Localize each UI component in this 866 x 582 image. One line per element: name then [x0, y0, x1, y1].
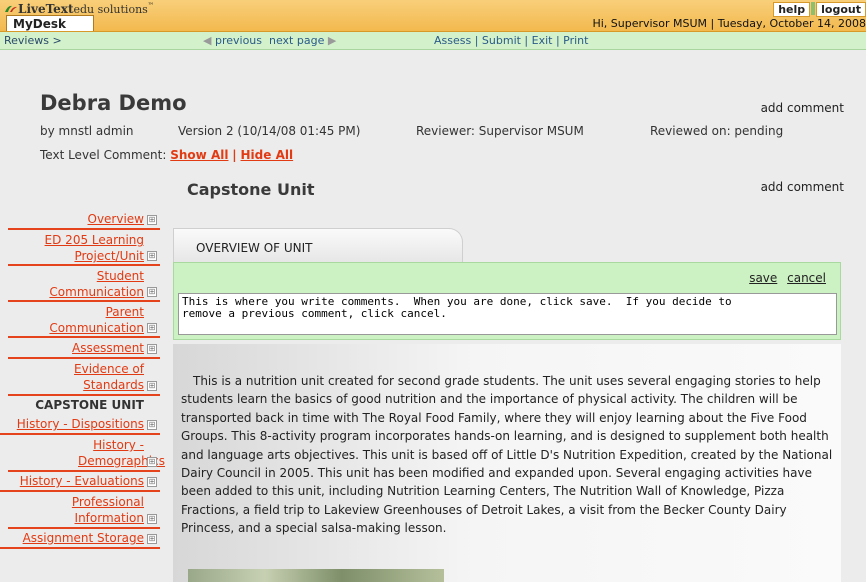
sidebar-item-capstone-unit[interactable]: CAPSTONE UNIT	[8, 396, 160, 415]
tab-label: OVERVIEW OF UNIT	[196, 241, 313, 255]
sidebar-item-label[interactable]: Assignment Storage	[23, 531, 144, 545]
sidebar-item-learning-project[interactable]: ED 205 Learning Project/Unit ⊞	[8, 230, 160, 266]
sidebar-item-label[interactable]: Evidence of Standards	[74, 362, 144, 392]
document-title: Debra Demo	[40, 91, 187, 115]
livetext-logo[interactable]: LiveTextedu solutions™	[4, 2, 154, 16]
sidebar-item-overview[interactable]: Overview ⊞	[8, 209, 160, 230]
previous-arrow-icon: ◀	[203, 34, 212, 47]
sidebar-item-professional-information[interactable]: Professional Information ⊞	[8, 492, 160, 529]
show-all-link[interactable]: Show All	[170, 148, 228, 162]
hide-all-link[interactable]: Hide All	[241, 148, 294, 162]
author-text: by mnstl admin	[40, 124, 134, 138]
next-arrow-icon: ▶	[327, 34, 337, 47]
mydesk-tab[interactable]: MyDesk	[6, 15, 94, 31]
comment-panel: save cancel This is where you write comm…	[173, 262, 841, 340]
overview-paragraph: This is a nutrition unit created for sec…	[181, 374, 833, 536]
sidebar-item-assignment-storage[interactable]: Assignment Storage ⊞	[0, 529, 160, 549]
sidebar-item-label[interactable]: ED 205 Learning Project/Unit	[45, 233, 144, 263]
sidebar-item-student-communication[interactable]: Student Communication ⊞	[8, 266, 160, 302]
sidebar-item-label[interactable]: Student Communication	[49, 269, 144, 299]
action-links[interactable]: Assess | Submit | Exit | Print	[434, 32, 588, 49]
expand-icon[interactable]: ⊞	[147, 477, 157, 487]
top-links: help logout	[773, 2, 866, 17]
unit-content: This is a nutrition unit created for sec…	[173, 344, 841, 582]
text-level-label: Text Level Comment:	[40, 148, 167, 162]
cancel-link[interactable]: cancel	[787, 271, 826, 285]
expand-icon[interactable]: ⊞	[147, 420, 157, 430]
top-bar: LiveTextedu solutions™ MyDesk help logout…	[0, 0, 866, 32]
expand-icon[interactable]: ⊞	[147, 215, 157, 225]
expand-icon[interactable]: ⊞	[147, 457, 157, 467]
sidebar-item-assessment[interactable]: Assessment ⊞	[8, 338, 160, 359]
expand-icon[interactable]: ⊞	[147, 534, 157, 544]
reviewer-text: Reviewer: Supervisor MSUM	[416, 124, 584, 138]
unit-add-comment-link[interactable]: add comment	[761, 180, 844, 194]
expand-icon[interactable]: ⊞	[147, 323, 157, 333]
expand-icon[interactable]: ⊞	[147, 287, 157, 297]
reviews-breadcrumb[interactable]: Reviews >	[4, 32, 62, 49]
sidebar-item-history-dispositions[interactable]: History - Dispositions ⊞	[0, 415, 160, 435]
divider	[811, 2, 816, 15]
sidebar-item-label: CAPSTONE UNIT	[35, 398, 144, 412]
sidebar-item-label[interactable]: Parent Communication	[49, 305, 144, 335]
expand-icon[interactable]: ⊞	[147, 514, 157, 524]
sidebar-item-label[interactable]: History - Evaluations	[20, 474, 144, 488]
page-nav: ◀ previous next page ▶	[203, 32, 336, 49]
next-page-link[interactable]: next page	[269, 34, 324, 47]
sidebar: Overview ⊞ ED 205 Learning Project/Unit ⊞ …	[0, 209, 165, 549]
expand-icon[interactable]: ⊞	[147, 381, 157, 391]
comment-textarea[interactable]: This is where you write comments. When y…	[178, 293, 837, 335]
logo-trademark: ™	[147, 2, 154, 9]
sidebar-item-label[interactable]: Assessment	[72, 341, 144, 355]
sidebar-item-evidence-of-standards[interactable]: Evidence of Standards ⊞	[8, 359, 160, 396]
expand-icon[interactable]: ⊞	[147, 344, 157, 354]
divider: |	[232, 148, 237, 162]
sidebar-item-history-evaluations[interactable]: History - Evaluations ⊞	[0, 472, 160, 492]
help-link[interactable]: help	[773, 2, 811, 17]
sidebar-item-parent-communication[interactable]: Parent Communication ⊞	[8, 302, 160, 338]
previous-link[interactable]: previous	[215, 34, 262, 47]
version-text: Version 2 (10/14/08 01:45 PM)	[178, 124, 361, 138]
reviewed-on-text: Reviewed on: pending	[650, 124, 784, 138]
logout-link[interactable]: logout	[816, 2, 866, 17]
tab-overview-of-unit[interactable]: OVERVIEW OF UNIT	[173, 228, 463, 263]
sidebar-item-label[interactable]: Overview	[88, 212, 145, 226]
sidebar-item-label[interactable]: Professional Information	[72, 495, 144, 525]
unit-photo	[188, 569, 444, 582]
nav-bar: Reviews > ◀ previous next page ▶ Assess …	[0, 32, 866, 50]
unit-title: Capstone Unit	[187, 180, 315, 199]
sidebar-item-history-demographics[interactable]: History - Demographics ⊞	[8, 435, 165, 472]
add-comment-link[interactable]: add comment	[761, 101, 844, 115]
logo-main-text: LiveText	[18, 2, 74, 16]
leaf-icon	[5, 5, 17, 12]
sidebar-item-label[interactable]: History - Dispositions	[17, 417, 144, 431]
text-level-comment: Text Level Comment: Show All | Hide All	[40, 148, 293, 162]
greeting-text: Hi, Supervisor MSUM | Tuesday, October 1…	[592, 17, 866, 30]
comment-actions: save cancel	[743, 271, 826, 285]
expand-icon[interactable]: ⊞	[147, 251, 157, 261]
save-link[interactable]: save	[749, 271, 777, 285]
